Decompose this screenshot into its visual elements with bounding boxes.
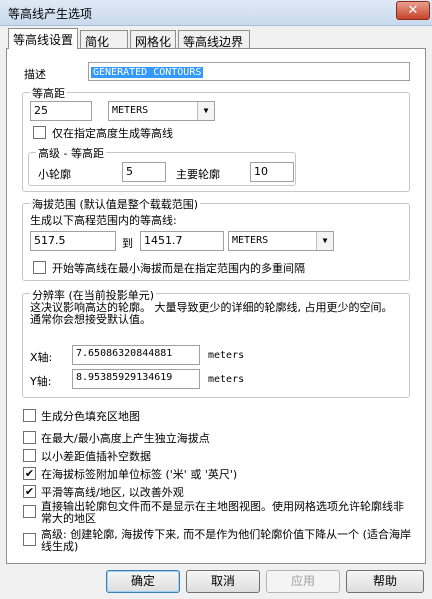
ok-button[interactable]: 确定: [106, 570, 180, 593]
close-icon: ✕: [407, 3, 419, 18]
major-contour-input[interactable]: 10: [250, 162, 294, 182]
interval-group-title: 等高距: [30, 85, 67, 101]
tab-contour-bounds[interactable]: 等高线边界: [178, 30, 250, 49]
chevron-down-icon: ▼: [316, 232, 333, 250]
tab-gridding[interactable]: 网格化: [130, 30, 176, 49]
option-label-0: 生成分色填充区地图: [41, 410, 140, 423]
elevation-range-title: 海拔范围 (默认值是整个载载范围): [30, 196, 201, 212]
option-checkbox-5[interactable]: [23, 505, 36, 518]
elevation-min-input[interactable]: 517.5: [30, 231, 116, 251]
advanced-interval-title: 高级 - 等高距: [36, 145, 106, 161]
option-label-4: 平滑等高线/地区, 以改善外观: [41, 486, 184, 499]
multiple-interval-label: 开始等高线在最小海拔而是在指定范围内的多重间隔: [52, 262, 305, 275]
major-contour-label: 主要轮廓: [176, 168, 220, 181]
option-checkbox-0[interactable]: [23, 409, 36, 422]
help-button[interactable]: 帮助: [346, 570, 424, 593]
option-label-2: 以小差距值插补空数据: [41, 450, 151, 463]
description-label: 描述: [24, 68, 46, 81]
y-resolution-input[interactable]: 8.95385929134619: [72, 369, 200, 389]
option-checkbox-2[interactable]: [23, 449, 36, 462]
option-label-1: 在最大/最小高度上产生独立海拔点: [41, 432, 210, 445]
minor-contour-label: 小轮廓: [38, 168, 71, 181]
y-axis-label: Y轴:: [30, 375, 52, 388]
interval-input[interactable]: 25: [30, 101, 92, 121]
checkmark-icon: ✔: [24, 467, 35, 480]
interval-unit-value: METERS: [112, 105, 149, 116]
chevron-down-icon: ▼: [197, 102, 214, 120]
option-checkbox-6[interactable]: [23, 533, 36, 546]
apply-button[interactable]: 应用: [266, 570, 340, 593]
x-unit-label: meters: [208, 350, 245, 361]
only-specified-checkbox[interactable]: [33, 126, 46, 139]
option-label-5: 直接输出轮廓包文件而不是显示在主地图视图。使用网格选项允许轮廓线非常大的地区: [41, 500, 404, 525]
tab-simplify[interactable]: 简化: [80, 30, 128, 49]
close-button[interactable]: ✕: [396, 1, 430, 20]
option-checkbox-4[interactable]: ✔: [23, 485, 36, 498]
multiple-interval-checkbox[interactable]: [33, 261, 46, 274]
option-checkbox-1[interactable]: [23, 431, 36, 444]
x-resolution-input[interactable]: 7.65086320844881: [72, 345, 200, 365]
description-input[interactable]: GENERATED CONTOURS: [88, 62, 410, 81]
option-label-6: 高级: 创建轮廓, 海拔传下来, 而不是作为他们轮廓价值下降从一个 (适合海岸线…: [41, 528, 411, 553]
elevation-range-intro: 生成以下高程范围内的等高线:: [30, 214, 177, 227]
elevation-unit-value: METERS: [232, 235, 269, 246]
checkmark-icon: ✔: [24, 485, 35, 498]
minor-contour-input[interactable]: 5: [122, 162, 166, 182]
interval-unit-select[interactable]: METERS ▼: [108, 101, 215, 121]
y-unit-label: meters: [208, 374, 245, 385]
cancel-button[interactable]: 取消: [186, 570, 260, 593]
elevation-max-input[interactable]: 1451.7: [140, 231, 224, 251]
elevation-unit-select[interactable]: METERS ▼: [228, 231, 334, 251]
resolution-description: 这决议影响高达的轮廓。 大量导致更少的详细的轮廓线, 占用更少的空间。 通常你会…: [30, 301, 393, 326]
to-label: 到: [122, 237, 133, 250]
tab-contour-settings[interactable]: 等高线设置: [8, 28, 78, 49]
only-specified-label: 仅在指定高度生成等高线: [52, 127, 173, 140]
x-axis-label: X轴:: [30, 351, 53, 364]
description-value: GENERATED CONTOURS: [91, 67, 204, 78]
option-label-3: 在海拔标签附加单位标签 ('米' 或 '英尺'): [41, 468, 238, 481]
option-checkbox-3[interactable]: ✔: [23, 467, 36, 480]
window-title: 等高线产生选项: [8, 7, 93, 21]
